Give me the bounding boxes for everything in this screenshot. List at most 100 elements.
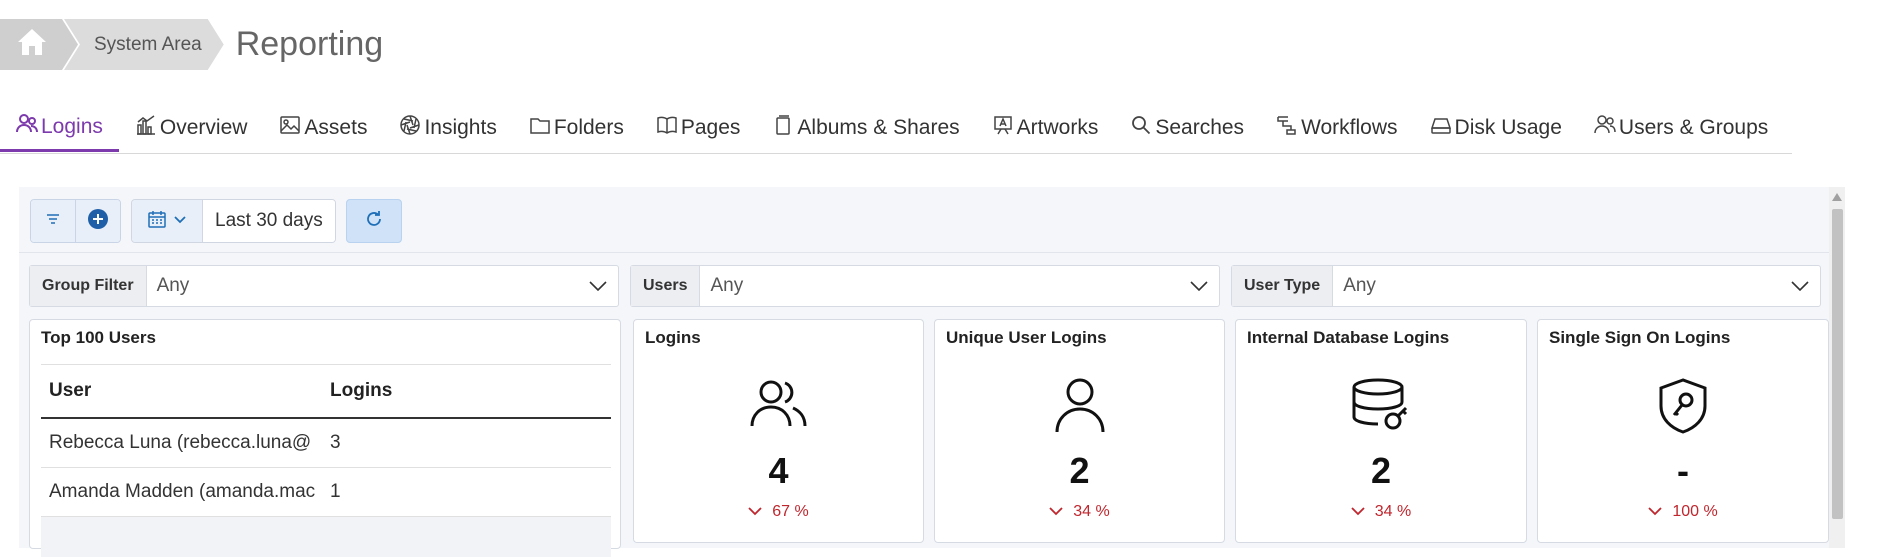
card-title: Top 100 Users xyxy=(41,328,156,347)
user-cell: Rebecca Luna (rebecca.luna@ xyxy=(49,432,312,453)
tab-label: Assets xyxy=(304,116,368,139)
kpi-value: 2 xyxy=(1069,450,1090,491)
kpi-card-unique-user-logins: Unique User Logins 2 34 % xyxy=(934,319,1225,543)
tab-label: Disk Usage xyxy=(1454,116,1562,139)
panel-scrollbar[interactable] xyxy=(1829,187,1845,548)
tab-label: Insights xyxy=(424,116,497,139)
user-cell: Amanda Madden (amanda.mac xyxy=(49,481,316,502)
kpi-value: 2 xyxy=(1370,450,1392,491)
table-row[interactable]: Rebecca Luna (rebecca.luna@ 3 xyxy=(41,419,611,468)
toolbar-divider xyxy=(19,252,1841,253)
tab-label: Overview xyxy=(159,116,248,139)
filter-value[interactable]: Any xyxy=(147,266,578,306)
column-header-logins[interactable]: Logins xyxy=(326,380,611,402)
toolbar: Last 30 days xyxy=(30,199,402,243)
tab-logins[interactable]: Logins xyxy=(0,104,119,152)
tab-label: Albums & Shares xyxy=(797,116,960,139)
image-icon xyxy=(279,114,301,136)
filter-value[interactable]: Any xyxy=(700,266,1179,306)
kpi-card-single-sign-on-logins: Single Sign On Logins - 100 % xyxy=(1537,319,1829,543)
chevron-down-icon xyxy=(1351,503,1365,521)
chevron-down-icon[interactable] xyxy=(1179,266,1219,306)
breadcrumb-system-area[interactable]: System Area xyxy=(64,19,224,70)
refresh-icon xyxy=(364,209,384,234)
top-users-table: User Logins Rebecca Luna (rebecca.luna@ … xyxy=(41,364,611,557)
book-icon xyxy=(656,114,678,136)
tab-insights[interactable]: Insights xyxy=(383,104,512,152)
tab-albums-shares[interactable]: Albums & Shares xyxy=(756,104,975,152)
group-filter-select[interactable]: Group Filter Any xyxy=(29,265,619,307)
logins-cell: 3 xyxy=(330,432,341,453)
chevron-down-icon[interactable] xyxy=(1780,266,1820,306)
tab-users-groups[interactable]: Users & Groups xyxy=(1578,104,1784,152)
scroll-thumb[interactable] xyxy=(1832,209,1843,519)
kpi-change: 67 % xyxy=(634,503,923,521)
tab-folders[interactable]: Folders xyxy=(513,104,640,152)
users-icon xyxy=(749,378,809,435)
tab-searches[interactable]: Searches xyxy=(1114,104,1260,152)
filter-value[interactable]: Any xyxy=(1333,266,1780,306)
shield-key-icon xyxy=(1658,378,1708,439)
tab-pages[interactable]: Pages xyxy=(640,104,757,152)
aperture-icon xyxy=(399,114,421,136)
chevron-down-icon xyxy=(173,212,187,230)
users-filter-select[interactable]: Users Any xyxy=(630,265,1220,307)
filter-icon xyxy=(45,212,61,230)
card-title: Unique User Logins xyxy=(946,328,1107,347)
scroll-up-arrow[interactable] xyxy=(1832,193,1842,201)
kpi-card-logins: Logins 4 67 % xyxy=(633,319,924,543)
add-filter-button[interactable] xyxy=(76,200,120,242)
tab-workflows[interactable]: Workflows xyxy=(1260,104,1413,152)
kpi-change: 34 % xyxy=(1236,503,1526,521)
filter-label: Group Filter xyxy=(30,266,147,306)
card-title: Single Sign On Logins xyxy=(1549,328,1731,347)
home-crumb[interactable] xyxy=(0,19,78,70)
filter-button-group xyxy=(30,199,121,243)
chevron-down-icon xyxy=(748,503,762,521)
chevron-down-icon xyxy=(1049,503,1063,521)
user-icon xyxy=(1054,378,1106,439)
table-header: User Logins xyxy=(41,364,611,419)
tab-disk-usage[interactable]: Disk Usage xyxy=(1414,104,1578,152)
kpi-change-value: 100 % xyxy=(1672,503,1718,521)
filter-row: Group Filter Any Users Any User Type Any xyxy=(29,265,1821,307)
tab-label: Searches xyxy=(1155,116,1245,139)
kpi-value: 4 xyxy=(768,450,789,491)
kpi-change: 34 % xyxy=(935,503,1224,521)
home-icon xyxy=(16,27,48,62)
album-icon xyxy=(772,114,794,136)
logins-cell: 1 xyxy=(330,481,341,502)
column-header-user[interactable]: User xyxy=(41,380,326,402)
chevron-down-icon xyxy=(1648,503,1662,521)
user-type-filter-select[interactable]: User Type Any xyxy=(1231,265,1821,307)
users-icon xyxy=(16,113,38,135)
calendar-dropdown-button[interactable] xyxy=(132,200,203,242)
refresh-button[interactable] xyxy=(345,199,402,243)
tab-label: Logins xyxy=(41,114,103,138)
card-title: Logins xyxy=(645,328,701,347)
chevron-down-icon[interactable] xyxy=(578,266,618,306)
tab-label: Pages xyxy=(680,116,741,139)
database-key-icon xyxy=(1351,378,1411,439)
page-title: Reporting xyxy=(235,25,384,63)
filter-button[interactable] xyxy=(31,200,76,242)
tab-overview[interactable]: Overview xyxy=(119,104,264,152)
tab-assets[interactable]: Assets xyxy=(263,104,383,152)
kpi-change: 100 % xyxy=(1538,503,1828,521)
report-panel: Last 30 days Group Filter Any Users Any … xyxy=(19,187,1845,557)
plus-circle-icon xyxy=(87,208,109,235)
tab-label: Folders xyxy=(553,116,624,139)
kpi-change-value: 34 % xyxy=(1073,503,1110,521)
tab-artworks[interactable]: Artworks xyxy=(976,104,1115,152)
filter-label: Users xyxy=(631,266,701,306)
disk-icon xyxy=(1430,114,1452,136)
top-users-card: Top 100 Users User Logins Rebecca Luna (… xyxy=(29,319,621,557)
folder-icon xyxy=(529,114,551,136)
workflow-icon xyxy=(1276,114,1298,136)
date-range-label[interactable]: Last 30 days xyxy=(203,200,335,242)
kpi-card-internal-database-logins: Internal Database Logins 2 34 % xyxy=(1235,319,1527,543)
date-range-picker[interactable]: Last 30 days xyxy=(131,199,336,243)
table-row[interactable]: Amanda Madden (amanda.mac 1 xyxy=(41,468,611,517)
report-tabs: Logins Overview Assets Insights Folders … xyxy=(0,104,1792,154)
table-footer xyxy=(41,517,611,557)
